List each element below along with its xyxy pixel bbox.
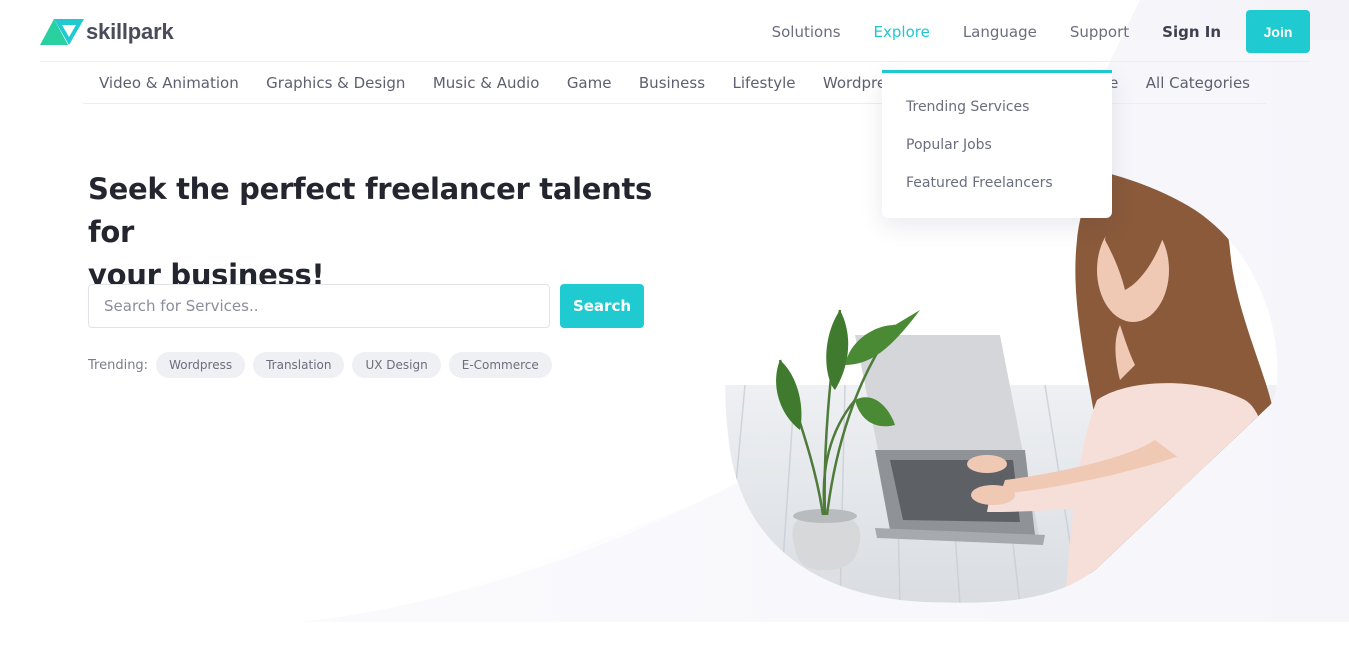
search-button[interactable]: Search	[560, 284, 644, 328]
category-video-animation[interactable]: Video & Animation	[99, 74, 239, 92]
nav-solutions[interactable]: Solutions	[772, 23, 841, 41]
trending-tags: Trending: Wordpress Translation UX Desig…	[88, 352, 560, 378]
category-graphics-design[interactable]: Graphics & Design	[266, 74, 405, 92]
logo[interactable]: skillpark	[40, 16, 174, 48]
hero-image	[725, 154, 1278, 603]
search-form: Search	[88, 284, 644, 328]
page: skillpark Solutions Explore Language Sup…	[0, 0, 1349, 657]
category-game[interactable]: Game	[567, 74, 612, 92]
trending-label: Trending:	[88, 357, 149, 373]
dropdown-item-trending-services[interactable]: Trending Services	[882, 98, 1112, 136]
category-lifestyle[interactable]: Lifestyle	[732, 74, 795, 92]
nav-support[interactable]: Support	[1070, 23, 1129, 41]
category-all[interactable]: All Categories	[1146, 74, 1250, 92]
sign-in-link[interactable]: Sign In	[1162, 23, 1221, 41]
nav-explore[interactable]: Explore	[874, 23, 930, 41]
tag-e-commerce[interactable]: E-Commerce	[448, 352, 552, 378]
category-business[interactable]: Business	[639, 74, 705, 92]
search-input[interactable]	[88, 284, 550, 328]
hero-title: Seek the perfect freelancer talents for …	[88, 168, 688, 297]
join-button[interactable]: Join	[1246, 10, 1310, 53]
tag-wordpress[interactable]: Wordpress	[156, 352, 246, 378]
nav-language[interactable]: Language	[963, 23, 1037, 41]
tag-translation[interactable]: Translation	[253, 352, 345, 378]
dropdown-item-featured-freelancers[interactable]: Featured Freelancers	[882, 174, 1112, 212]
skillpark-logo-icon	[40, 19, 84, 45]
top-header: skillpark Solutions Explore Language Sup…	[40, 0, 1310, 62]
tag-ux-design[interactable]: UX Design	[352, 352, 441, 378]
dropdown-item-popular-jobs[interactable]: Popular Jobs	[882, 136, 1112, 174]
hero-title-line-1: Seek the perfect freelancer talents for	[88, 172, 653, 249]
category-music-audio[interactable]: Music & Audio	[433, 74, 540, 92]
main-nav: Solutions Explore Language Support Sign …	[772, 10, 1310, 53]
brand-name: skillpark	[86, 19, 174, 44]
explore-dropdown: Trending Services Popular Jobs Featured …	[882, 70, 1112, 218]
